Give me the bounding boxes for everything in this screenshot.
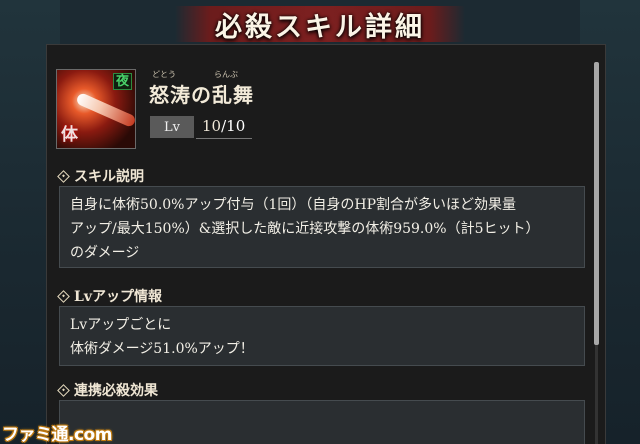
level-max: /10 (221, 117, 246, 135)
skill-description-box: 自身に体術50.0%アップ付与（1回）（自身のHP割合が多いほど効果量 アップ/… (59, 186, 585, 268)
slash-effect-icon (75, 91, 135, 129)
section-header-lv-up: Lvアップ情報 (57, 286, 162, 306)
description-line: 自身に体術50.0%アップ付与（1回）（自身のHP割合が多いほど効果量 (70, 197, 517, 213)
body-attribute-badge: 体 (61, 125, 78, 145)
section-title: 連携必殺効果 (74, 383, 158, 399)
lv-up-line: Lvアップごとに (70, 317, 172, 333)
level-underline (196, 138, 252, 139)
level-label: Lv (150, 116, 194, 138)
skill-name: 怒涛の乱舞 (149, 83, 254, 107)
section-header-combo: 連携必殺効果 (57, 380, 158, 400)
description-line: のダメージ (70, 245, 140, 261)
section-title: スキル説明 (74, 169, 144, 185)
skill-icon: 夜 体 (56, 69, 136, 149)
diamond-bullet-icon (57, 383, 70, 397)
watermark-logo: ファミ通.com (2, 425, 112, 444)
lv-up-line: 体術ダメージ51.0%アップ！ (70, 341, 254, 357)
level-value: 10/10 (202, 117, 245, 135)
lv-up-info-box: Lvアップごとに 体術ダメージ51.0%アップ！ (59, 306, 585, 366)
night-attribute-badge: 夜 (112, 73, 132, 90)
section-title: Lvアップ情報 (74, 289, 162, 305)
section-header-skill-desc: スキル説明 (57, 166, 144, 186)
page-title: 必殺スキル詳細 (215, 11, 425, 43)
diamond-bullet-icon (57, 289, 70, 303)
diamond-bullet-icon (57, 169, 70, 183)
description-line: アップ/最大150%）&選択した敵に近接攻撃の体術959.0%（計5ヒット） (70, 221, 540, 237)
combo-effect-box (59, 400, 585, 444)
title-banner: 必殺スキル詳細 (175, 6, 465, 43)
scrollbar-thumb[interactable] (594, 62, 599, 345)
level-current: 10 (202, 117, 222, 135)
